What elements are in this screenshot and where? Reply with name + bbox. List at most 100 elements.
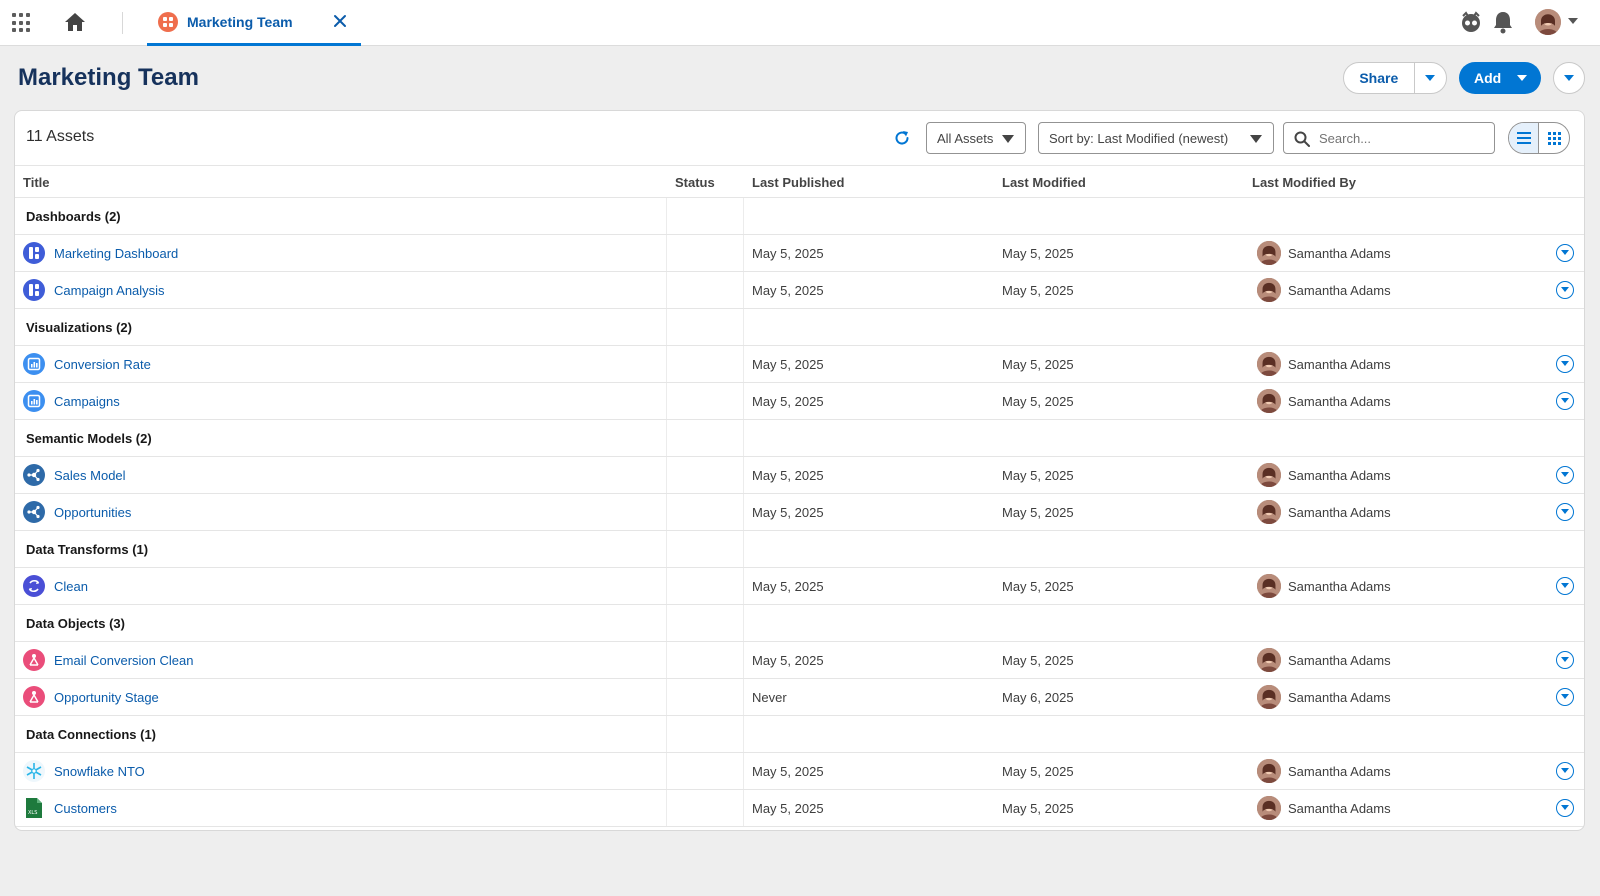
user-menu-chevron-icon[interactable] bbox=[1568, 18, 1578, 24]
asset-modified-by: Samantha Adams bbox=[1288, 468, 1391, 483]
row-actions-chevron-icon[interactable] bbox=[1556, 244, 1574, 262]
table-row[interactable]: Marketing Dashboard May 5, 2025 May 5, 202… bbox=[15, 235, 1584, 272]
asset-last-published: May 5, 2025 bbox=[752, 505, 824, 520]
avatar bbox=[1257, 685, 1281, 709]
row-actions-chevron-icon[interactable] bbox=[1556, 355, 1574, 373]
grid-view-button[interactable] bbox=[1539, 123, 1569, 153]
app-launcher-icon[interactable] bbox=[12, 13, 32, 33]
column-divider bbox=[666, 679, 667, 715]
user-avatar[interactable] bbox=[1535, 9, 1561, 35]
asset-modified-by: Samantha Adams bbox=[1288, 283, 1391, 298]
table-row[interactable]: Campaign Analysis May 5, 2025 May 5, 2025 S… bbox=[15, 272, 1584, 309]
list-view-button[interactable] bbox=[1509, 123, 1540, 153]
refresh-icon[interactable] bbox=[893, 129, 911, 147]
sort-select[interactable]: Sort by: Last Modified (newest) bbox=[1038, 122, 1274, 154]
column-divider bbox=[666, 272, 667, 308]
asset-title-link[interactable]: Clean bbox=[54, 579, 88, 594]
row-actions-chevron-icon[interactable] bbox=[1556, 799, 1574, 817]
asset-title-link[interactable]: Snowflake NTO bbox=[54, 764, 145, 779]
column-divider bbox=[666, 531, 667, 567]
view-toggle bbox=[1508, 122, 1570, 154]
column-divider bbox=[666, 457, 667, 493]
bell-icon[interactable] bbox=[1492, 10, 1514, 34]
asset-filter-select[interactable]: All Assets bbox=[926, 122, 1026, 154]
add-button[interactable]: Add bbox=[1459, 62, 1541, 94]
table-row[interactable]: XLS Customers May 5, 2025 May 5, 2025 Samant… bbox=[15, 790, 1584, 827]
asset-modified-by: Samantha Adams bbox=[1288, 579, 1391, 594]
column-header-last-published[interactable]: Last Published bbox=[752, 175, 844, 190]
column-divider bbox=[666, 383, 667, 419]
column-header-status[interactable]: Status bbox=[675, 175, 715, 190]
column-divider bbox=[743, 235, 744, 271]
table-row[interactable]: Opportunity Stage Never May 6, 2025 Samanth… bbox=[15, 679, 1584, 716]
avatar bbox=[1257, 352, 1281, 376]
home-icon[interactable] bbox=[64, 11, 86, 33]
tab-marketing-team[interactable]: Marketing Team bbox=[147, 0, 361, 46]
avatar bbox=[1257, 759, 1281, 783]
column-header-last-modified-by[interactable]: Last Modified By bbox=[1252, 175, 1356, 190]
table-row[interactable]: Snowflake NTO May 5, 2025 May 5, 2025 Saman… bbox=[15, 753, 1584, 790]
row-actions-chevron-icon[interactable] bbox=[1556, 762, 1574, 780]
asset-modified-by: Samantha Adams bbox=[1288, 690, 1391, 705]
row-actions-chevron-icon[interactable] bbox=[1556, 688, 1574, 706]
row-actions-chevron-icon[interactable] bbox=[1556, 651, 1574, 669]
einstein-icon[interactable] bbox=[1459, 10, 1483, 34]
share-menu-button[interactable] bbox=[1415, 63, 1446, 93]
asset-modified-by: Samantha Adams bbox=[1288, 246, 1391, 261]
avatar bbox=[1257, 389, 1281, 413]
column-divider bbox=[743, 753, 744, 789]
column-header-last-modified[interactable]: Last Modified bbox=[1002, 175, 1086, 190]
group-title: Dashboards (2) bbox=[26, 209, 121, 224]
row-actions-chevron-icon[interactable] bbox=[1556, 577, 1574, 595]
sort-value: Sort by: Last Modified (newest) bbox=[1049, 130, 1229, 146]
search-input[interactable] bbox=[1319, 129, 1489, 147]
asset-last-published: Never bbox=[752, 690, 787, 705]
asset-last-published: May 5, 2025 bbox=[752, 764, 824, 779]
dashboard-icon bbox=[23, 242, 45, 264]
table-row[interactable]: Campaigns May 5, 2025 May 5, 2025 Samantha … bbox=[15, 383, 1584, 420]
header-divider bbox=[122, 12, 123, 34]
spreadsheet-icon: XLS bbox=[23, 797, 45, 819]
global-header: Marketing Team bbox=[0, 0, 1600, 46]
table-row[interactable]: Email Conversion Clean May 5, 2025 May 5, … bbox=[15, 642, 1584, 679]
asset-title-link[interactable]: Campaigns bbox=[54, 394, 120, 409]
asset-title-link[interactable]: Opportunities bbox=[54, 505, 131, 520]
asset-title-link[interactable]: Email Conversion Clean bbox=[54, 653, 193, 668]
table-row[interactable]: Opportunities May 5, 2025 May 5, 2025 Saman… bbox=[15, 494, 1584, 531]
asset-modified-by: Samantha Adams bbox=[1288, 394, 1391, 409]
column-divider bbox=[666, 790, 667, 826]
asset-title-link[interactable]: Sales Model bbox=[54, 468, 126, 483]
asset-title-link[interactable]: Opportunity Stage bbox=[54, 690, 159, 705]
close-icon[interactable] bbox=[331, 12, 349, 30]
asset-title-link[interactable]: Campaign Analysis bbox=[54, 283, 165, 298]
row-actions-chevron-icon[interactable] bbox=[1556, 281, 1574, 299]
row-actions-chevron-icon[interactable] bbox=[1556, 392, 1574, 410]
asset-last-published: May 5, 2025 bbox=[752, 394, 824, 409]
table-row[interactable]: Clean May 5, 2025 May 5, 2025 Samantha Adam… bbox=[15, 568, 1584, 605]
table-row[interactable]: Conversion Rate May 5, 2025 May 5, 2025 Sam… bbox=[15, 346, 1584, 383]
page-title: Marketing Team bbox=[18, 64, 199, 91]
asset-last-published: May 5, 2025 bbox=[752, 246, 824, 261]
table-row[interactable]: Sales Model May 5, 2025 May 5, 2025 Samanth… bbox=[15, 457, 1584, 494]
semantic-model-icon bbox=[23, 464, 45, 486]
row-actions-chevron-icon[interactable] bbox=[1556, 466, 1574, 484]
asset-modified-by: Samantha Adams bbox=[1288, 505, 1391, 520]
more-actions-button[interactable] bbox=[1553, 62, 1585, 94]
asset-last-modified: May 5, 2025 bbox=[1002, 357, 1074, 372]
column-header-title[interactable]: Title bbox=[23, 175, 50, 190]
column-divider bbox=[666, 642, 667, 678]
chevron-down-icon bbox=[1250, 135, 1262, 143]
visualization-icon bbox=[23, 353, 45, 375]
asset-last-modified: May 5, 2025 bbox=[1002, 653, 1074, 668]
asset-last-modified: May 5, 2025 bbox=[1002, 283, 1074, 298]
column-divider bbox=[666, 420, 667, 456]
group-row: Dashboards (2) bbox=[15, 198, 1584, 235]
search-field[interactable] bbox=[1283, 122, 1495, 154]
asset-title-link[interactable]: Conversion Rate bbox=[54, 357, 151, 372]
column-divider bbox=[743, 568, 744, 604]
row-actions-chevron-icon[interactable] bbox=[1556, 503, 1574, 521]
asset-title-link[interactable]: Marketing Dashboard bbox=[54, 246, 178, 261]
asset-title-link[interactable]: Customers bbox=[54, 801, 117, 816]
share-button[interactable]: Share bbox=[1344, 63, 1415, 93]
search-icon bbox=[1294, 131, 1310, 147]
